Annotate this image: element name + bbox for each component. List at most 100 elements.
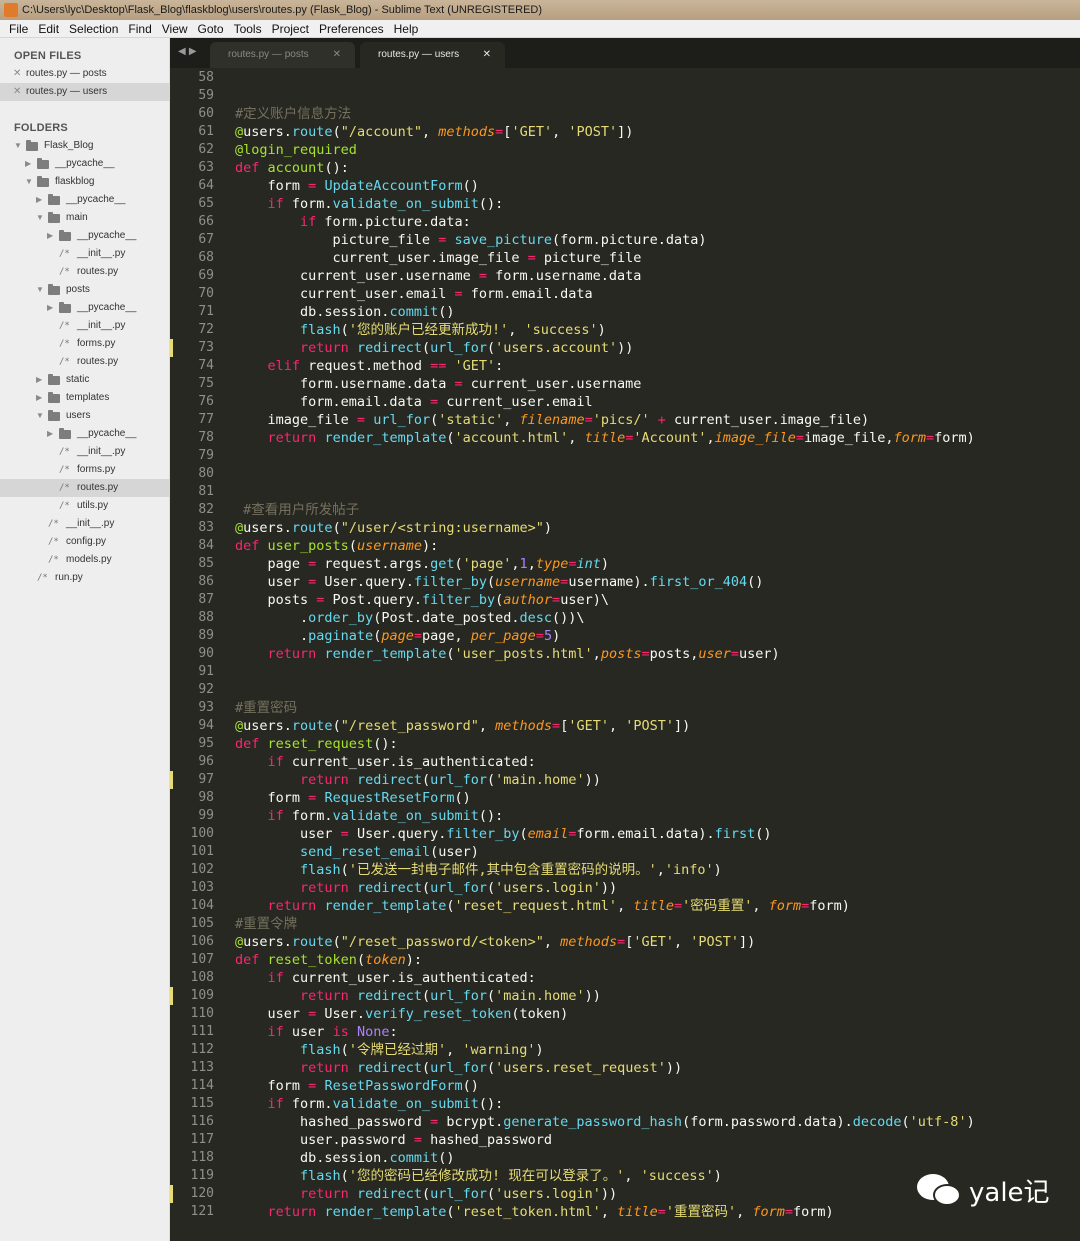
menu-tools[interactable]: Tools	[229, 20, 267, 37]
menu-edit[interactable]: Edit	[33, 20, 64, 37]
folder-item[interactable]: ▼ users	[0, 407, 170, 425]
folder-item[interactable]: ▶ __pycache__	[0, 425, 170, 443]
file-item[interactable]: /* forms.py	[0, 461, 170, 479]
close-icon[interactable]: ✕	[13, 65, 21, 83]
code-line[interactable]: if form.validate_on_submit():	[235, 807, 504, 825]
code-line[interactable]: def user_posts(username):	[235, 537, 438, 555]
code-line[interactable]: .order_by(Post.date_posted.desc())\	[235, 609, 585, 627]
folder-item[interactable]: ▶ templates	[0, 389, 170, 407]
folder-item[interactable]: ▼ Flask_Blog	[0, 137, 170, 155]
code-line[interactable]: form.email.data = current_user.email	[235, 393, 593, 411]
code-line[interactable]: @login_required	[235, 141, 357, 159]
disclosure-closed-icon[interactable]: ▶	[47, 299, 53, 317]
folder-item[interactable]: ▶ __pycache__	[0, 155, 170, 173]
code-line[interactable]: flash('您的账户已经更新成功!', 'success')	[235, 321, 606, 339]
code-line[interactable]: flash('您的密码已经修改成功! 现在可以登录了。', 'success')	[235, 1167, 722, 1185]
code-line[interactable]: form = RequestResetForm()	[235, 789, 471, 807]
menu-selection[interactable]: Selection	[64, 20, 123, 37]
code-line[interactable]: user = User.query.filter_by(username=use…	[235, 573, 764, 591]
code-line[interactable]: flash('已发送一封电子邮件,其中包含重置密码的说明。','info')	[235, 861, 722, 879]
code-line[interactable]: if current_user.is_authenticated:	[235, 969, 536, 987]
code-line[interactable]: user = User.query.filter_by(email=form.e…	[235, 825, 772, 843]
file-item[interactable]: /* forms.py	[0, 335, 170, 353]
code-line[interactable]: picture_file = save_picture(form.picture…	[235, 231, 707, 249]
file-item[interactable]: /* __init__.py	[0, 515, 170, 533]
menu-find[interactable]: Find	[123, 20, 156, 37]
file-item[interactable]: /* routes.py	[0, 479, 170, 497]
disclosure-closed-icon[interactable]: ▶	[36, 389, 42, 407]
code-line[interactable]: db.session.commit()	[235, 1149, 454, 1167]
code-line[interactable]: @users.route("/reset_password/<token>", …	[235, 933, 755, 951]
open-file-item[interactable]: ✕ routes.py — users	[0, 83, 170, 101]
menu-help[interactable]: Help	[389, 20, 424, 37]
tab-scroll-arrows-icon[interactable]: ◀ ▶	[178, 46, 197, 57]
tab-routes-users[interactable]: routes.py — users ✕	[360, 42, 505, 68]
file-item[interactable]: /* routes.py	[0, 263, 170, 281]
disclosure-closed-icon[interactable]: ▶	[47, 227, 53, 245]
file-item[interactable]: /* __init__.py	[0, 245, 170, 263]
code-line[interactable]: return redirect(url_for('users.reset_req…	[235, 1059, 682, 1077]
file-item[interactable]: /* __init__.py	[0, 443, 170, 461]
code-line[interactable]: form = ResetPasswordForm()	[235, 1077, 479, 1095]
disclosure-open-icon[interactable]: ▼	[36, 407, 44, 425]
code-line[interactable]: flash('令牌已经过期', 'warning')	[235, 1041, 544, 1059]
code-line[interactable]: form.username.data = current_user.userna…	[235, 375, 641, 393]
code-line[interactable]: @users.route("/account", methods=['GET',…	[235, 123, 633, 141]
code-line[interactable]: #定义账户信息方法	[235, 105, 351, 123]
code-line[interactable]: hashed_password = bcrypt.generate_passwo…	[235, 1113, 975, 1131]
disclosure-open-icon[interactable]: ▼	[36, 209, 44, 227]
code-area[interactable]: #定义账户信息方法 @users.route("/account", method…	[235, 68, 1080, 1241]
menu-view[interactable]: View	[157, 20, 193, 37]
folder-item[interactable]: ▶ __pycache__	[0, 299, 170, 317]
code-line[interactable]: if current_user.is_authenticated:	[235, 753, 536, 771]
code-line[interactable]: elif request.method == 'GET':	[235, 357, 504, 375]
close-icon[interactable]: ✕	[483, 42, 491, 68]
code-line[interactable]: db.session.commit()	[235, 303, 454, 321]
code-line[interactable]: return redirect(url_for('main.home'))	[235, 771, 601, 789]
menu-preferences[interactable]: Preferences	[314, 20, 389, 37]
code-line[interactable]: if form.validate_on_submit():	[235, 195, 504, 213]
code-line[interactable]: return render_template('reset_token.html…	[235, 1203, 834, 1221]
code-line[interactable]: posts = Post.query.filter_by(author=user…	[235, 591, 609, 609]
code-line[interactable]: return redirect(url_for('users.login'))	[235, 1185, 617, 1203]
code-line[interactable]: @users.route("/reset_password", methods=…	[235, 717, 690, 735]
file-item[interactable]: /* __init__.py	[0, 317, 170, 335]
code-line[interactable]: .paginate(page=page, per_page=5)	[235, 627, 560, 645]
file-item[interactable]: /* run.py	[0, 569, 170, 587]
code-line[interactable]: def account():	[235, 159, 349, 177]
tab-routes-posts[interactable]: routes.py — posts ✕	[210, 42, 355, 68]
code-line[interactable]: return redirect(url_for('main.home'))	[235, 987, 601, 1005]
code-editor[interactable]: 58 59 60 61 62 63 64 65 66 67 68 69 70 71 72 73 74 75 76 77…	[170, 68, 1080, 1241]
folder-item[interactable]: ▼ main	[0, 209, 170, 227]
code-line[interactable]: if user is None:	[235, 1023, 398, 1041]
code-line[interactable]: if form.picture.data:	[235, 213, 471, 231]
code-line[interactable]: #查看用户所发帖子	[235, 501, 359, 519]
close-icon[interactable]: ✕	[13, 83, 21, 101]
folder-item[interactable]: ▶ static	[0, 371, 170, 389]
code-line[interactable]: current_user.image_file = picture_file	[235, 249, 642, 267]
disclosure-closed-icon[interactable]: ▶	[36, 191, 42, 209]
file-item[interactable]: /* models.py	[0, 551, 170, 569]
code-line[interactable]: #重置密码	[235, 699, 297, 717]
code-line[interactable]: current_user.username = form.username.da…	[235, 267, 641, 285]
code-line[interactable]: return redirect(url_for('users.account')…	[235, 339, 633, 357]
code-line[interactable]: image_file = url_for('static', filename=…	[235, 411, 870, 429]
code-line[interactable]: #重置令牌	[235, 915, 297, 933]
code-line[interactable]: send_reset_email(user)	[235, 843, 479, 861]
code-line[interactable]: def reset_request():	[235, 735, 398, 753]
folder-item[interactable]: ▼ flaskblog	[0, 173, 170, 191]
disclosure-closed-icon[interactable]: ▶	[25, 155, 31, 173]
code-line[interactable]: if form.validate_on_submit():	[235, 1095, 504, 1113]
close-icon[interactable]: ✕	[333, 42, 341, 68]
file-item[interactable]: /* routes.py	[0, 353, 170, 371]
code-line[interactable]: form = UpdateAccountForm()	[235, 177, 479, 195]
file-item[interactable]: /* utils.py	[0, 497, 170, 515]
code-line[interactable]: return render_template('reset_request.ht…	[235, 897, 850, 915]
code-line[interactable]: def reset_token(token):	[235, 951, 422, 969]
disclosure-closed-icon[interactable]: ▶	[47, 425, 53, 443]
code-line[interactable]: @users.route("/user/<string:username>")	[235, 519, 552, 537]
disclosure-closed-icon[interactable]: ▶	[36, 371, 42, 389]
disclosure-open-icon[interactable]: ▼	[25, 173, 33, 191]
code-line[interactable]: user = User.verify_reset_token(token)	[235, 1005, 569, 1023]
code-line[interactable]: current_user.email = form.email.data	[235, 285, 593, 303]
